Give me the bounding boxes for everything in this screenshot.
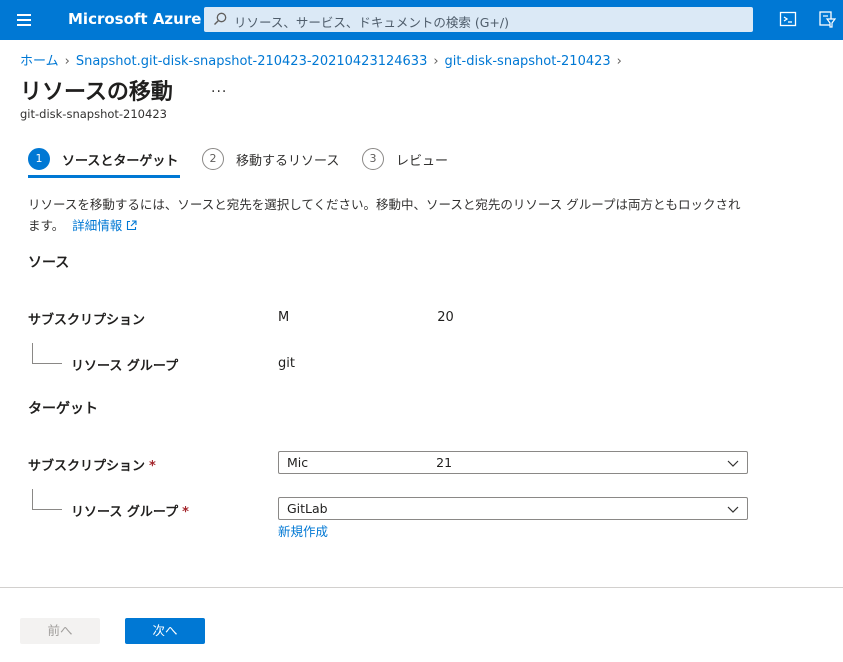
chevron-right-icon: › [616,54,622,69]
required-indicator: * [182,505,189,520]
target-heading: ターゲット [28,401,98,417]
source-subscription-value: M 20 [278,310,454,325]
chevron-right-icon: › [433,54,439,69]
breadcrumb-disk-snapshot[interactable]: git-disk-snapshot-210423 [445,54,611,69]
breadcrumb-home[interactable]: ホーム [20,54,59,69]
search-input[interactable]: リソース、サービス、ドキュメントの検索 (G+/) [204,7,753,32]
step-number: 2 [202,148,224,170]
footer-divider [0,587,843,588]
step-number: 1 [28,148,50,170]
create-new-link[interactable]: 新規作成 [278,521,328,540]
brand-title[interactable]: Microsoft Azure [68,10,201,28]
source-resource-group-value: git [278,356,295,371]
required-indicator: * [149,459,156,474]
dropdown-selected-value: GitLab [287,501,328,516]
target-resource-group-dropdown[interactable]: GitLab [278,497,748,520]
breadcrumb-snapshot-resource[interactable]: Snapshot.git-disk-snapshot-210423-202104… [76,54,428,69]
active-step-indicator [28,175,180,178]
description: リソースを移動するには、ソースと宛先を選択してください。移動中、ソースと宛先のリ… [28,194,748,236]
target-subscription-label: サブスクリプション * [28,459,156,474]
source-resource-group-label: リソース グループ [71,359,179,374]
search-icon [214,12,227,25]
chevron-right-icon: › [64,54,70,69]
breadcrumb: ホーム › Snapshot.git-disk-snapshot-210423-20… [20,50,628,69]
cloud-shell-icon[interactable] [779,10,797,28]
page-title: リソースの移動 [20,80,173,105]
chevron-down-icon [727,506,739,513]
search-placeholder: リソース、サービス、ドキュメントの検索 (G+/) [234,15,509,30]
source-heading: ソース [28,255,70,271]
target-subscription-dropdown[interactable]: Mic 21 [278,451,748,474]
top-bar: Microsoft Azure リソース、サービス、ドキュメントの検索 (G+/… [0,0,843,40]
step-source-target[interactable]: 1 ソースとターゲット [28,148,180,178]
step-resources-to-move[interactable]: 2 移動するリソース [202,148,342,178]
next-button[interactable]: 次へ [125,618,205,644]
previous-button[interactable]: 前へ [20,618,100,644]
step-label: ソースとターゲット [62,154,179,169]
source-subscription-label: サブスクリプション [28,313,146,328]
tree-connector [32,343,62,364]
step-number: 3 [362,148,384,170]
step-label: レビュー [396,154,449,169]
dropdown-selected-value: Mic 21 [287,455,453,470]
target-resource-group-label: リソース グループ * [71,505,189,520]
chevron-down-icon [727,460,739,467]
page-subtitle: git-disk-snapshot-210423 [20,107,167,121]
learn-more-link[interactable]: 詳細情報 [72,218,137,233]
step-label: 移動するリソース [236,154,340,169]
external-link-icon [127,220,137,231]
tree-connector [32,489,62,510]
directory-filter-icon[interactable] [818,10,836,28]
more-options-button[interactable]: ... [211,80,227,96]
hamburger-menu-icon[interactable] [10,8,38,32]
step-review[interactable]: 3 レビュー [362,148,462,178]
